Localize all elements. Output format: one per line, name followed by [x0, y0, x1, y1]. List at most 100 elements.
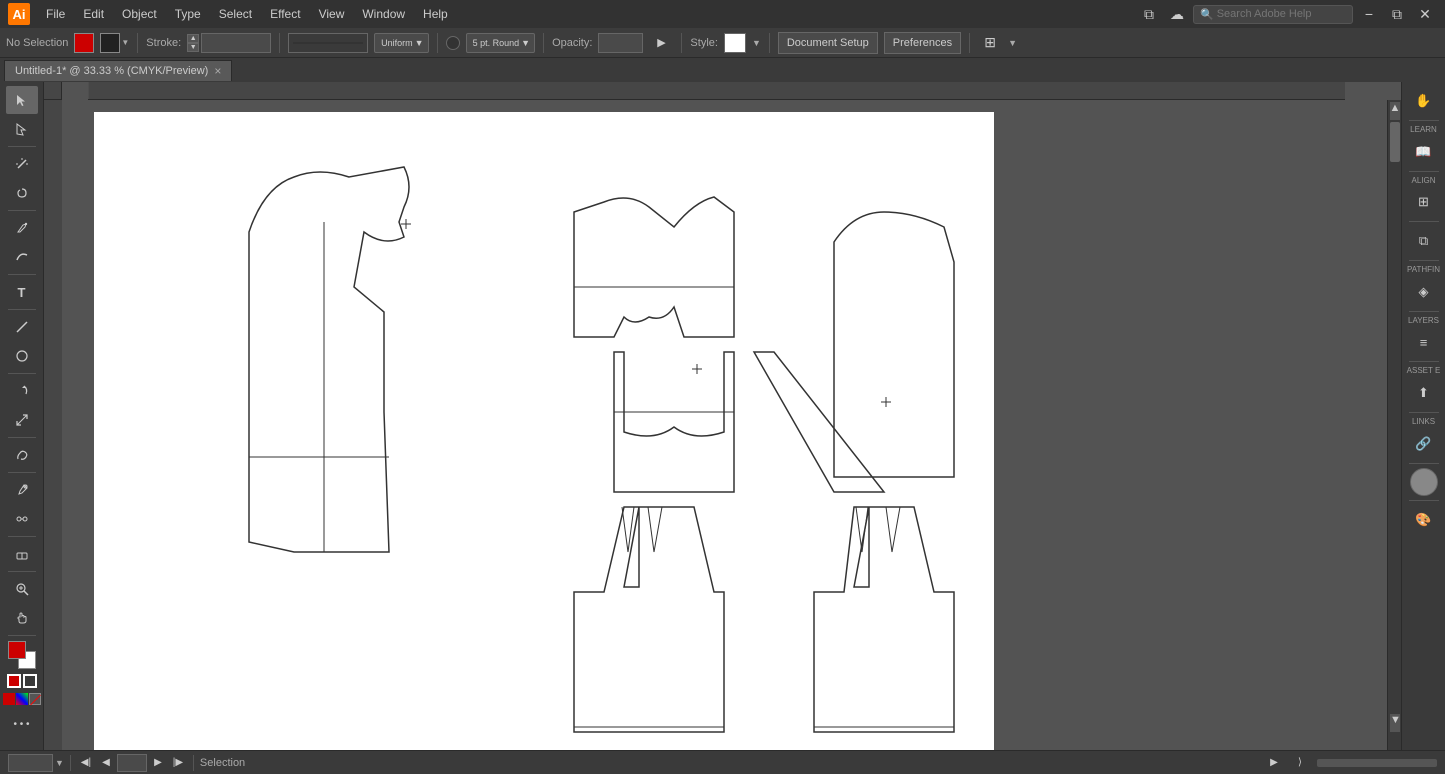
- line-tool-button[interactable]: [6, 313, 38, 341]
- scale-tool-button[interactable]: [6, 406, 38, 434]
- curvature-tool-button[interactable]: [6, 243, 38, 271]
- shaper-tool-button[interactable]: [6, 441, 38, 469]
- tool-separator-3: [8, 274, 36, 275]
- style-dropdown-arrow[interactable]: ▼: [752, 38, 761, 48]
- more-tools-button[interactable]: • • •: [6, 710, 38, 738]
- pattern-piece-4: [574, 507, 724, 732]
- left-toolbar: T: [0, 82, 44, 750]
- main-layout: T: [0, 82, 1445, 750]
- minimize-icon[interactable]: −: [1357, 2, 1381, 26]
- style-swatch[interactable]: [724, 33, 746, 53]
- menu-help[interactable]: Help: [415, 4, 456, 24]
- blend-tool-button[interactable]: [6, 505, 38, 533]
- canvas-area: /* ticks rendered via JS below */: [44, 82, 1401, 750]
- uniform-dropdown[interactable]: Uniform▼: [374, 33, 428, 53]
- play-button[interactable]: ▶: [1265, 754, 1283, 772]
- hand-tool-button[interactable]: [6, 604, 38, 632]
- color-mode-button[interactable]: [3, 693, 15, 705]
- tool-separator-7: [8, 472, 36, 473]
- selection-tool-button[interactable]: [6, 86, 38, 114]
- shape-tool-button[interactable]: [6, 342, 38, 370]
- vertical-scrollbar[interactable]: ▲ ▼: [1387, 100, 1401, 750]
- pattern-svg: [94, 112, 994, 750]
- status-sep-2: [193, 755, 194, 771]
- opacity-input[interactable]: 100%: [598, 33, 643, 53]
- scrollbar-thumb[interactable]: [1390, 122, 1400, 162]
- menu-window[interactable]: Window: [354, 4, 413, 24]
- magic-wand-tool-button[interactable]: [6, 150, 38, 178]
- stroke-down-arrow[interactable]: ▼: [187, 43, 199, 52]
- first-page-button[interactable]: ◀|: [77, 754, 95, 772]
- type-tool-button[interactable]: T: [6, 278, 38, 306]
- tool-separator-5: [8, 373, 36, 374]
- direct-selection-tool-button[interactable]: [6, 115, 38, 143]
- fill-swatch[interactable]: [74, 33, 94, 53]
- layers-label: LAYERS: [1407, 316, 1441, 326]
- stroke-label: Stroke:: [146, 37, 181, 49]
- tab-title: Untitled-1* @ 33.33 % (CMYK/Preview): [15, 65, 208, 77]
- artboard[interactable]: [94, 112, 994, 750]
- layers-panel-button[interactable]: ≡: [1407, 327, 1441, 357]
- stroke-indicator[interactable]: [23, 674, 37, 688]
- stroke-value-input[interactable]: 0.0139 in: [201, 33, 271, 53]
- zoom-tool-button[interactable]: [6, 575, 38, 603]
- arrange-windows-icon[interactable]: ⧉: [1137, 2, 1161, 26]
- links-label: LINKS: [1407, 417, 1441, 427]
- fill-indicator[interactable]: [7, 674, 21, 688]
- color-swatches[interactable]: [8, 641, 36, 669]
- opacity-label: Opacity:: [552, 37, 592, 49]
- last-page-button[interactable]: |▶: [169, 754, 187, 772]
- pen-tool-button[interactable]: [6, 214, 38, 242]
- links-panel-button[interactable]: 🔗: [1407, 429, 1441, 459]
- transform-panel-button[interactable]: ⧉: [1407, 226, 1441, 256]
- next-page-button[interactable]: ▶: [149, 754, 167, 772]
- restore-icon[interactable]: ⧉: [1385, 2, 1409, 26]
- eyedropper-tool-button[interactable]: [6, 476, 38, 504]
- opacity-expand-icon[interactable]: ▶: [649, 31, 673, 55]
- menu-view[interactable]: View: [311, 4, 353, 24]
- align-panel-button[interactable]: ⊞: [1407, 187, 1441, 217]
- cloud-icon[interactable]: ☁: [1165, 2, 1189, 26]
- gradient-mode-button[interactable]: [16, 693, 28, 705]
- panel-hand-icon[interactable]: ✋: [1407, 86, 1441, 116]
- menu-file[interactable]: File: [38, 4, 73, 24]
- prev-page-button[interactable]: ◀: [97, 754, 115, 772]
- page-number-input[interactable]: 1: [117, 754, 147, 772]
- menu-type[interactable]: Type: [167, 4, 209, 24]
- forward-button[interactable]: ⟩: [1291, 754, 1309, 772]
- menu-effect[interactable]: Effect: [262, 4, 308, 24]
- close-icon[interactable]: ✕: [1413, 2, 1437, 26]
- menu-edit[interactable]: Edit: [75, 4, 112, 24]
- rotate-tool-button[interactable]: [6, 377, 38, 405]
- zoom-input[interactable]: 33.33%: [8, 754, 53, 772]
- document-setup-button[interactable]: Document Setup: [778, 32, 878, 54]
- zoom-dropdown-arrow[interactable]: ▼: [55, 758, 64, 768]
- scroll-down-arrow[interactable]: ▼: [1390, 714, 1400, 732]
- menu-select[interactable]: Select: [211, 4, 260, 24]
- arrange-dropdown-arrow[interactable]: ▼: [1008, 38, 1017, 48]
- none-mode-button[interactable]: [29, 693, 41, 705]
- learn-panel-button[interactable]: 📖: [1407, 137, 1441, 167]
- stroke-swatch[interactable]: [100, 33, 120, 53]
- fill-stroke-swap: [7, 674, 37, 688]
- align-label: ALIGN: [1407, 176, 1441, 186]
- asset-export-button[interactable]: ⬆: [1407, 378, 1441, 408]
- pathfinder-panel-button[interactable]: ◈: [1407, 277, 1441, 307]
- color-wheel-button[interactable]: [1410, 468, 1438, 496]
- stroke-input-group: ▲ ▼ 0.0139 in: [187, 33, 271, 53]
- stroke-up-arrow[interactable]: ▲: [187, 34, 199, 43]
- search-input[interactable]: [1217, 8, 1347, 20]
- tab-close-button[interactable]: ×: [214, 64, 221, 78]
- swatches-panel-button[interactable]: 🎨: [1407, 505, 1441, 535]
- scroll-up-arrow[interactable]: ▲: [1390, 102, 1400, 120]
- arrange-icon[interactable]: ⊞: [978, 31, 1002, 55]
- pt-round-dropdown[interactable]: 5 pt. Round▼: [466, 33, 535, 53]
- status-text: Selection: [200, 757, 245, 769]
- stroke-cap-icon: [446, 36, 460, 50]
- lasso-tool-button[interactable]: [6, 179, 38, 207]
- preferences-button[interactable]: Preferences: [884, 32, 961, 54]
- eraser-tool-button[interactable]: [6, 540, 38, 568]
- selection-label: No Selection: [6, 37, 68, 49]
- document-tab[interactable]: Untitled-1* @ 33.33 % (CMYK/Preview) ×: [4, 60, 232, 81]
- menu-object[interactable]: Object: [114, 4, 165, 24]
